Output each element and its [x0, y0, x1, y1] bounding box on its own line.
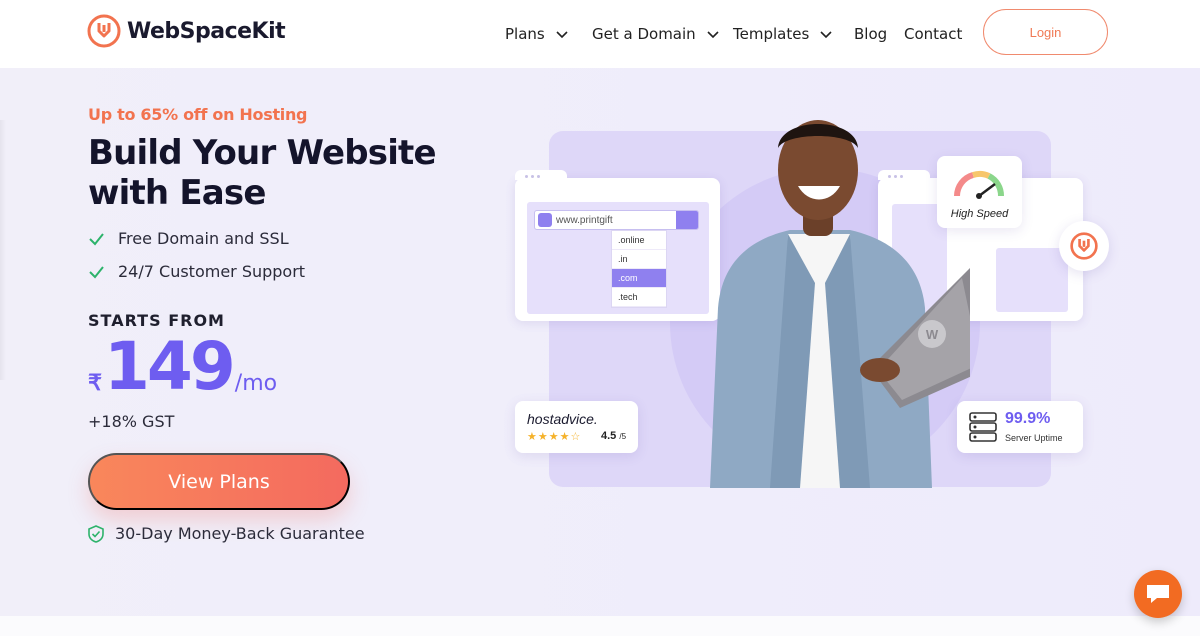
review-score: 4.5 /5	[601, 430, 626, 442]
nav-plans-label: Plans	[505, 25, 545, 43]
lock-icon	[538, 213, 552, 227]
feature-label: 24/7 Customer Support	[118, 262, 306, 281]
server-icon	[969, 412, 997, 442]
star-rating-icon: ★★★★☆	[527, 431, 582, 443]
brand-badge	[1059, 221, 1109, 271]
view-plans-button[interactable]: View Plans	[88, 453, 350, 510]
nav-templates[interactable]: Templates	[733, 0, 833, 68]
hostadvice-rating-card: hostadvice. ★★★★☆ 4.5 /5	[515, 401, 638, 453]
price-period: /mo	[234, 371, 278, 396]
nav-domain-label: Get a Domain	[592, 25, 696, 43]
feature-label: Free Domain and SSL	[118, 229, 289, 248]
domain-search-value: www.printgift	[556, 214, 613, 226]
dropdown-option-selected: .com	[612, 269, 666, 288]
guarantee-label: 30-Day Money-Back Guarantee	[115, 524, 365, 543]
currency-symbol: ₹	[88, 370, 102, 395]
review-site-name: hostadvice.	[527, 411, 598, 427]
domain-extension-dropdown: .online .in .com .tech	[611, 230, 667, 308]
nav-plans[interactable]: Plans	[505, 0, 569, 68]
price-display: ₹ 149 /mo	[88, 332, 277, 402]
dropdown-option: .in	[612, 250, 666, 269]
logo-icon	[87, 14, 121, 48]
nav-blog-label: Blog	[854, 25, 888, 43]
feature-item: 24/7 Customer Support	[88, 262, 305, 281]
dropdown-option: .tech	[612, 288, 666, 307]
hero-illustration: www.printgift .online .in .com .tech Hig…	[510, 108, 1110, 493]
side-shadow	[0, 120, 6, 380]
nav-contact-label: Contact	[904, 25, 963, 43]
checkmark-icon	[89, 233, 104, 246]
review-scale: /5	[619, 432, 627, 441]
tax-note: +18% GST	[88, 412, 175, 431]
price-amount: 149	[104, 328, 236, 405]
section-divider	[0, 616, 1200, 636]
nav-templates-label: Templates	[733, 25, 810, 43]
feature-item: Free Domain and SSL	[88, 229, 289, 248]
nav-get-a-domain[interactable]: Get a Domain	[592, 0, 720, 68]
dropdown-option: .online	[612, 231, 666, 250]
person-with-laptop-image: W	[710, 120, 970, 488]
login-button[interactable]: Login	[983, 9, 1108, 55]
nav-blog[interactable]: Blog	[854, 0, 887, 68]
nav-contact[interactable]: Contact	[904, 0, 962, 68]
brand-logo[interactable]: WebSpaceKit	[87, 14, 286, 48]
logo-icon	[1070, 232, 1098, 260]
placeholder-block	[996, 248, 1068, 312]
server-uptime-card: 99.9% Server Uptime	[957, 401, 1083, 453]
window-dots	[525, 175, 540, 178]
money-back-guarantee: 30-Day Money-Back Guarantee	[88, 524, 365, 543]
chevron-down-icon	[556, 31, 568, 39]
shield-check-icon	[88, 524, 104, 543]
checkmark-icon	[89, 266, 104, 279]
uptime-label: Server Uptime	[1005, 433, 1063, 443]
site-header: WebSpaceKit Plans Get a Domain Templates…	[0, 0, 1200, 68]
window-tab	[515, 170, 567, 180]
promo-text: Up to 65% off on Hosting	[88, 105, 308, 124]
uptime-value: 99.9%	[1005, 410, 1051, 427]
chat-bubble-icon	[1147, 585, 1169, 603]
chevron-down-icon	[820, 31, 832, 39]
svg-text:W: W	[926, 327, 939, 342]
brand-name: WebSpaceKit	[127, 18, 286, 44]
chat-widget-button[interactable]	[1134, 570, 1182, 618]
chevron-down-icon	[707, 31, 719, 39]
hero-headline: Build Your Website with Ease	[88, 133, 437, 213]
review-score-value: 4.5	[601, 430, 617, 442]
